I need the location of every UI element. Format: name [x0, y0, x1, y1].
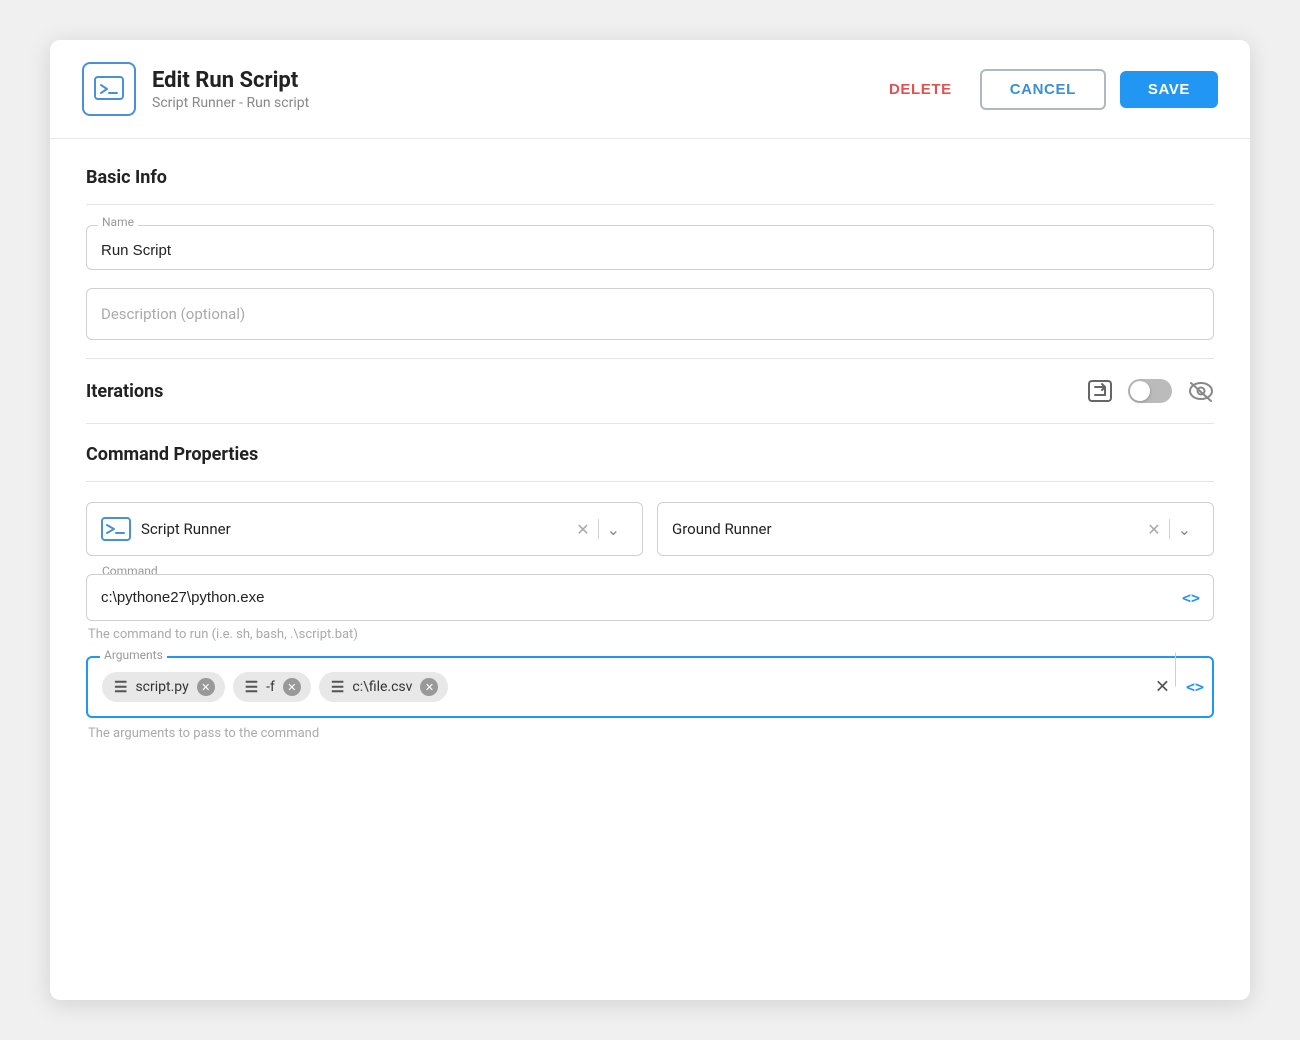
- chip-close-2[interactable]: ✕: [420, 678, 438, 696]
- script-runner-dropdown-label: Script Runner: [141, 520, 231, 538]
- command-properties-divider: [86, 481, 1214, 482]
- command-code-icon[interactable]: <>: [1182, 589, 1200, 607]
- command-input[interactable]: [86, 574, 1214, 621]
- chip-close-0[interactable]: ✕: [197, 678, 215, 696]
- argument-chip-1: ☰ -f ✕: [233, 672, 311, 702]
- iterations-controls: [1088, 379, 1214, 403]
- chip-lines-icon-0: ☰: [114, 678, 127, 696]
- iterations-toggle[interactable]: [1128, 379, 1172, 403]
- arguments-label: Arguments: [100, 648, 167, 662]
- script-runner-dropdown-icon: [101, 517, 131, 541]
- repeat-icon: [1088, 380, 1112, 402]
- save-button[interactable]: SAVE: [1120, 71, 1218, 108]
- chip-text-0: script.py: [135, 679, 188, 695]
- description-input[interactable]: Description (optional): [86, 288, 1214, 340]
- script-runner-dropdown-controls: ✕ ⌄: [568, 519, 628, 539]
- argument-chip-0: ☰ script.py ✕: [102, 672, 225, 702]
- description-field: Description (optional): [86, 288, 1214, 340]
- modal-header: Edit Run Script Script Runner - Run scri…: [50, 40, 1250, 139]
- script-runner-dropdown-arrow[interactable]: ⌄: [599, 520, 628, 539]
- chip-text-1: -f: [266, 679, 275, 695]
- repeat-icon-button[interactable]: [1088, 380, 1112, 402]
- header-title-block: Edit Run Script Script Runner - Run scri…: [152, 68, 875, 111]
- command-field: Command <>: [86, 574, 1214, 621]
- name-label: Name: [98, 215, 138, 229]
- command-properties-label: Command Properties: [86, 444, 1214, 465]
- header-icon: [82, 62, 136, 116]
- ground-runner-dropdown[interactable]: Ground Runner ✕ ⌄: [657, 502, 1214, 556]
- header-actions: DELETE CANCEL SAVE: [875, 69, 1218, 110]
- arguments-hint: The arguments to pass to the command: [86, 726, 1214, 741]
- script-runner-dropdown-left: Script Runner: [101, 517, 231, 541]
- iterations-row: Iterations: [86, 379, 1214, 413]
- script-runner-dropdown[interactable]: Script Runner ✕ ⌄: [86, 502, 643, 556]
- page-subtitle: Script Runner - Run script: [152, 95, 875, 111]
- ground-runner-dropdown-arrow[interactable]: ⌄: [1170, 520, 1199, 539]
- command-properties-top-divider: [86, 423, 1214, 424]
- hide-icon: [1188, 380, 1214, 402]
- chip-text-2: c:\file.csv: [352, 679, 412, 695]
- basic-info-label: Basic Info: [86, 167, 1214, 188]
- args-separator: [1175, 652, 1176, 687]
- arguments-code-icon[interactable]: <>: [1186, 678, 1204, 696]
- script-runner-clear-icon[interactable]: ✕: [568, 520, 597, 539]
- toggle-knob: [1130, 381, 1150, 401]
- delete-button[interactable]: DELETE: [875, 73, 966, 106]
- arguments-field[interactable]: Arguments ☰ script.py ✕ ☰ -f ✕ ☰ c:\file…: [86, 656, 1214, 718]
- cancel-button[interactable]: CANCEL: [980, 69, 1106, 110]
- name-field: Name: [86, 225, 1214, 270]
- command-hint: The command to run (i.e. sh, bash, .\scr…: [86, 627, 1214, 642]
- arguments-chips: ☰ script.py ✕ ☰ -f ✕ ☰ c:\file.csv ✕: [102, 672, 1162, 702]
- chip-close-1[interactable]: ✕: [283, 678, 301, 696]
- argument-chip-2: ☰ c:\file.csv ✕: [319, 672, 449, 702]
- ground-runner-dropdown-label: Ground Runner: [672, 520, 772, 538]
- script-runner-icon: [93, 73, 125, 105]
- iterations-label: Iterations: [86, 381, 163, 402]
- chip-lines-icon-1: ☰: [245, 678, 258, 696]
- hide-icon-button[interactable]: [1188, 380, 1214, 402]
- dropdown-row: Script Runner ✕ ⌄ Ground Runner ✕ ⌄: [86, 502, 1214, 556]
- basic-info-divider: [86, 204, 1214, 205]
- arguments-clear-icon[interactable]: ✕: [1155, 677, 1170, 698]
- ground-runner-clear-icon[interactable]: ✕: [1139, 520, 1168, 539]
- chip-lines-icon-2: ☰: [331, 678, 344, 696]
- iterations-divider: [86, 358, 1214, 359]
- name-input[interactable]: [86, 225, 1214, 270]
- page-title: Edit Run Script: [152, 68, 875, 93]
- modal-container: Edit Run Script Script Runner - Run scri…: [50, 40, 1250, 1000]
- ground-runner-dropdown-left: Ground Runner: [672, 520, 772, 538]
- ground-runner-dropdown-controls: ✕ ⌄: [1139, 519, 1199, 539]
- modal-content: Basic Info Name Description (optional) I…: [50, 139, 1250, 1000]
